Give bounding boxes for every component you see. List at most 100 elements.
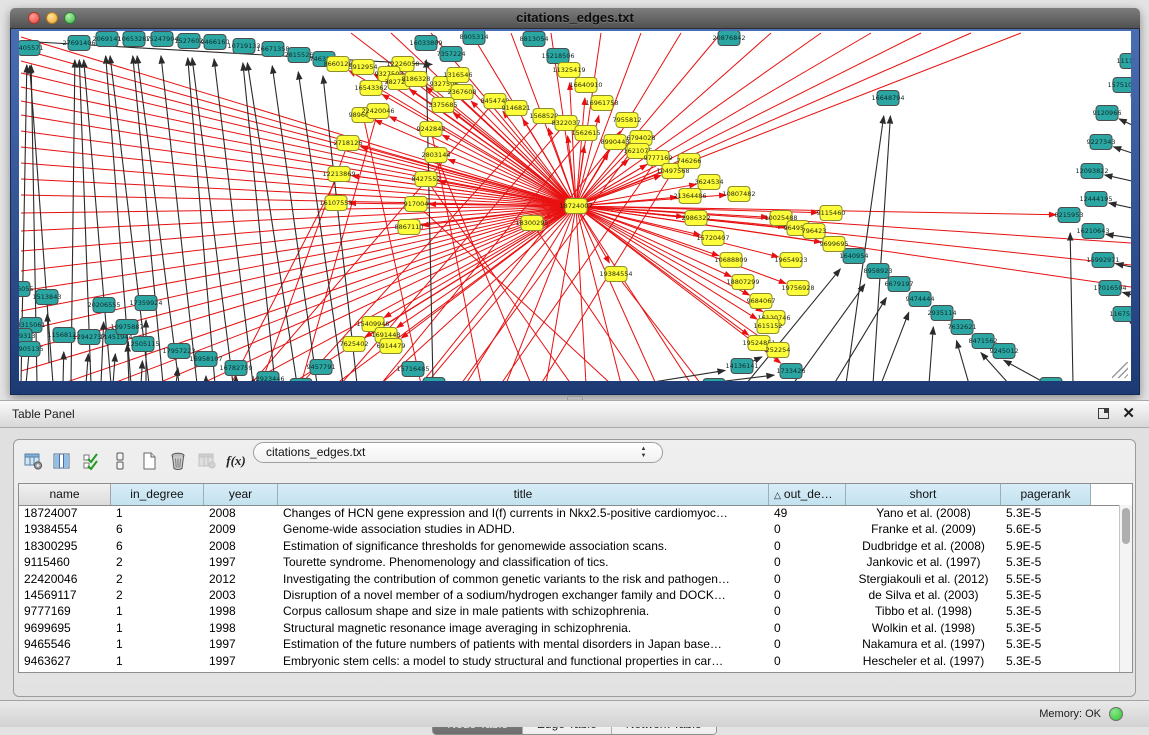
graph-node[interactable]: 2986322	[682, 211, 711, 226]
delete-table-icon[interactable]	[165, 449, 191, 473]
table-scrollbar-thumb[interactable]	[1122, 508, 1130, 544]
graph-node[interactable]: 1513843	[33, 290, 62, 305]
column-header-title[interactable]: title	[278, 484, 769, 505]
graph-node[interactable]: 2526055	[19, 282, 33, 297]
function-builder-icon[interactable]: f(x)	[223, 449, 249, 473]
column-header-name[interactable]: name	[19, 484, 111, 505]
graph-node[interactable]: 16648794	[871, 91, 904, 106]
graph-node[interactable]: 252254	[766, 343, 791, 358]
column-header-short[interactable]: short	[846, 484, 1001, 505]
graph-node[interactable]: 7632621	[948, 320, 977, 335]
graph-node[interactable]: 9115460	[817, 206, 846, 221]
graph-node[interactable]: 10807482	[722, 187, 755, 202]
graph-node[interactable]: 20206555	[87, 298, 120, 313]
graph-node[interactable]: 3624534	[695, 175, 724, 190]
graph-node[interactable]: 9227343	[1087, 135, 1116, 150]
close-panel-icon[interactable]: ✕	[1122, 405, 1135, 423]
table-row[interactable]: 946362711997Embryonic stem cells: a mode…	[19, 653, 1119, 669]
table-row[interactable]: 2242004622012Investigating the contribut…	[19, 571, 1119, 587]
graph-node[interactable]: 1148205	[1037, 378, 1066, 382]
memory-status-indicator[interactable]	[1109, 707, 1123, 721]
graph-node[interactable]: 1562615	[572, 126, 601, 141]
graph-node[interactable]: 5905135	[19, 342, 43, 357]
graph-node[interactable]: 9146821	[502, 101, 531, 116]
graph-node[interactable]: 9466160	[201, 35, 230, 50]
row-height-icon[interactable]	[107, 449, 133, 473]
graph-node[interactable]: 7625402	[340, 337, 369, 352]
graph-node[interactable]: 10688809	[714, 253, 747, 268]
graph-node[interactable]: 8905314	[460, 31, 489, 45]
graph-node[interactable]: 18807299	[726, 275, 759, 290]
graph-node[interactable]: 12923446	[251, 372, 284, 382]
graph-node[interactable]: 16033809	[409, 36, 442, 51]
graph-node[interactable]: 16210643	[1076, 224, 1109, 239]
graph-node[interactable]: 2803144	[422, 148, 451, 163]
graph-node[interactable]: 2031764	[287, 379, 316, 382]
graph-node[interactable]: 9474444	[906, 292, 935, 307]
graph-node[interactable]: 1111853	[1117, 54, 1131, 69]
graph-node[interactable]: 9457791	[307, 360, 336, 375]
table-row[interactable]: 969969511998Structural magnetic resonanc…	[19, 620, 1119, 636]
column-header-in_degree[interactable]: in_degree	[111, 484, 204, 505]
graph-node[interactable]: 8958923	[864, 264, 893, 279]
graph-node[interactable]: 2718126	[334, 136, 363, 151]
graph-node[interactable]: 9120966	[1093, 106, 1122, 121]
graph-node[interactable]: 9245012	[990, 344, 1019, 359]
graph-node[interactable]: 9242845	[417, 122, 446, 137]
zoom-window-button[interactable]	[64, 12, 76, 24]
graph-node[interactable]: 2935114	[928, 306, 957, 321]
graph-node[interactable]: 746266	[677, 154, 702, 169]
minimize-window-button[interactable]	[46, 12, 58, 24]
graph-node[interactable]: 20876842	[712, 31, 745, 46]
graph-node[interactable]: 8813054	[520, 32, 549, 47]
table-row[interactable]: 946554611997Estimation of the future num…	[19, 636, 1119, 652]
graph-node[interactable]: 19756928	[781, 281, 814, 296]
graph-node[interactable]: 1527602	[175, 34, 204, 49]
graph-node[interactable]: 12093822	[1075, 164, 1108, 179]
canvas-resize-grip[interactable]	[1112, 362, 1128, 378]
graph-node[interactable]: 9699695	[820, 237, 849, 252]
graph-node[interactable]: 12444195	[1079, 192, 1112, 207]
column-header-pagerank[interactable]: pagerank	[1001, 484, 1091, 505]
graph-node[interactable]: 1167533	[1110, 307, 1131, 322]
float-panel-icon[interactable]	[1098, 408, 1109, 419]
table-selector-dropdown[interactable]: citations_edges.txt ▲▼	[253, 442, 663, 463]
graph-node[interactable]: 15218506	[541, 49, 574, 64]
table-row[interactable]: 1830029562008Estimation of significance …	[19, 538, 1119, 554]
column-header-year[interactable]: year	[204, 484, 278, 505]
table-row[interactable]: 977716911998Corpus callosum shape and si…	[19, 603, 1119, 619]
graph-node[interactable]: 2405571	[19, 41, 43, 56]
table-row[interactable]: 1938455462009Genome-wide association stu…	[19, 521, 1119, 537]
show-columns-icon[interactable]	[49, 449, 75, 473]
graph-node[interactable]: 1615152	[754, 319, 783, 334]
graph-node[interactable]: 17359924	[129, 296, 162, 311]
graph-node[interactable]: 8427552	[412, 172, 441, 187]
graph-node[interactable]: 1316546	[444, 68, 473, 83]
graph-node[interactable]: 15716485	[396, 362, 429, 377]
select-columns-icon[interactable]	[78, 449, 104, 473]
graph-node[interactable]: 8920543	[420, 378, 449, 382]
graph-node[interactable]: 9684067	[747, 294, 776, 309]
table-row[interactable]: 1872400712008Changes of HCN gene express…	[19, 505, 1119, 521]
graph-node[interactable]: 3375685	[429, 98, 458, 113]
graph-node[interactable]: 8867110	[395, 220, 424, 235]
citation-network-graph[interactable]: 2405571276914062069141106532871524790415…	[19, 31, 1131, 381]
table-settings-icon[interactable]	[20, 449, 46, 473]
column-header-out_de[interactable]: △out_de…	[769, 484, 846, 505]
graph-node[interactable]: 15992971	[1086, 253, 1119, 268]
graph-node[interactable]: 16543362	[354, 81, 387, 96]
graph-node[interactable]: 21364486	[673, 189, 706, 204]
graph-node[interactable]: 16640910	[569, 78, 602, 93]
table-row[interactable]: 1456911722003Disruption of a novel membe…	[19, 587, 1119, 603]
graph-node[interactable]: 796423	[802, 224, 827, 239]
network-canvas[interactable]: 2405571276914062069141106532871524790415…	[19, 31, 1131, 381]
graph-node[interactable]: 917004	[404, 197, 429, 212]
graph-node[interactable]: 7955812	[613, 113, 642, 128]
graph-node[interactable]: 27691406	[62, 36, 95, 51]
graph-node[interactable]: 7357224	[437, 47, 466, 62]
graph-node[interactable]: 8186328	[402, 72, 431, 87]
graph-node[interactable]: 7154329	[700, 379, 729, 382]
graph-node[interactable]: 5912954	[349, 60, 378, 75]
create-table-icon[interactable]	[136, 449, 162, 473]
window-titlebar[interactable]: citations_edges.txt	[10, 8, 1140, 29]
